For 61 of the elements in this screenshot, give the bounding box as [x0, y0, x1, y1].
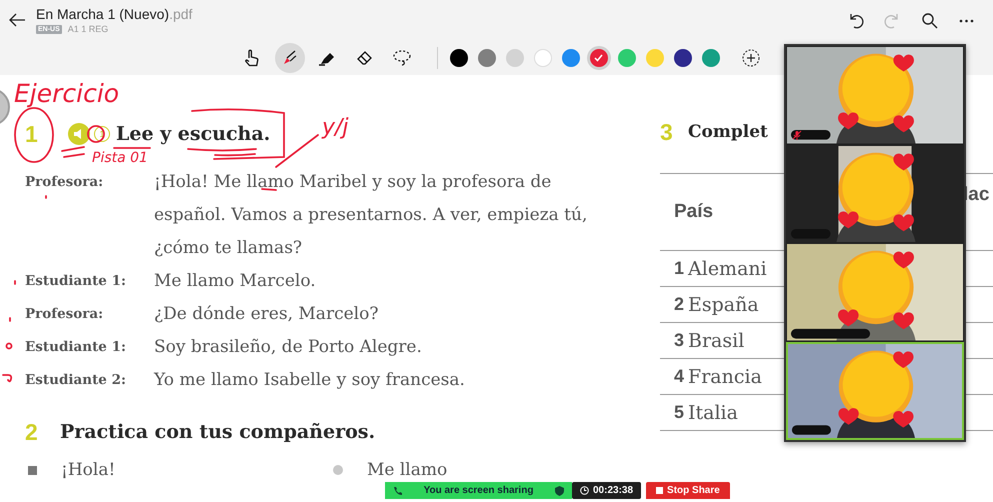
- stop-share-button[interactable]: Stop Share: [646, 482, 730, 499]
- speaker-label: Profesora:: [25, 305, 104, 324]
- table-cell: Alemani: [688, 258, 767, 280]
- exercise-number: 2: [25, 418, 39, 446]
- eraser-icon: [356, 50, 374, 66]
- speaker-label: Estudiante 1:: [25, 272, 127, 291]
- handwritten-note: Ejercicio: [14, 81, 120, 106]
- bullet-text: Me llamo: [367, 460, 448, 480]
- color-swatch[interactable]: [450, 48, 468, 66]
- color-swatch[interactable]: [702, 48, 720, 66]
- row-number: 4: [674, 366, 684, 387]
- dialogue-line: ¿De dónde eres, Marcelo?: [154, 303, 380, 326]
- table-cell: Brasil: [688, 330, 744, 352]
- lasso-icon: [392, 48, 412, 66]
- clock-icon: [580, 486, 589, 495]
- table-cell: España: [688, 294, 759, 316]
- table-cell: Italia: [688, 402, 738, 424]
- shield-icon: [555, 486, 564, 496]
- phone-icon: [393, 486, 402, 495]
- dialogue-line: Me llamo Marcelo.: [154, 270, 317, 293]
- bullet-text: ¡Hola!: [61, 460, 116, 480]
- circle-bullet: [333, 465, 343, 475]
- speaker-label: Profesora:: [25, 173, 104, 192]
- row-number: 1: [674, 258, 684, 279]
- row-number: 3: [674, 330, 684, 351]
- speaker-label: Estudiante 2:: [25, 371, 127, 390]
- handwritten-note: y/j: [322, 117, 349, 139]
- session-timer: 00:23:38: [572, 482, 642, 499]
- add-color-icon[interactable]: [742, 48, 760, 66]
- table-cell: Francia: [688, 366, 762, 388]
- pen-tool-button[interactable]: [274, 42, 304, 72]
- hand-icon: [244, 48, 260, 66]
- document-title: En Marcha 1 (Nuevo).pdf: [36, 6, 194, 22]
- color-swatch[interactable]: [590, 48, 608, 66]
- dialogue-line: Yo me llamo Isabelle y soy francesa.: [154, 369, 466, 392]
- color-swatch[interactable]: [618, 48, 636, 66]
- dialogue-line: ¡Hola! Me llamo Maribel y soy la profesora de español. Vamos a presentarnos. A ver, empieza tú, ¿cómo te llamas?: [154, 171, 588, 260]
- exercise-title: Complet: [688, 122, 768, 142]
- row-number: 2: [674, 294, 684, 315]
- color-swatch[interactable]: [674, 48, 692, 66]
- speaker-icon[interactable]: [68, 123, 90, 145]
- row-number: 5: [674, 402, 684, 423]
- back-arrow-icon[interactable]: [8, 12, 26, 28]
- exercise-number: 3: [660, 118, 674, 146]
- color-swatch[interactable]: [506, 48, 524, 66]
- color-swatch[interactable]: [534, 48, 552, 66]
- exercise-title: Practica con tus compañeros.: [60, 421, 376, 443]
- speaker-label: Estudiante 1:: [25, 338, 127, 357]
- exercise-number: 1: [25, 120, 39, 148]
- color-swatch[interactable]: [562, 48, 580, 66]
- pen-icon: [282, 50, 298, 66]
- square-bullet: [28, 466, 37, 474]
- document-subtitle: A1 1 REG: [68, 24, 108, 34]
- search-icon[interactable]: [921, 12, 938, 28]
- exercise-title: Lee y escucha.: [116, 123, 270, 145]
- sharing-status: You are screen sharing: [422, 485, 534, 496]
- dialogue-line: Soy brasileño, de Porto Alegre.: [154, 336, 423, 359]
- check-icon: [594, 54, 603, 62]
- color-swatch[interactable]: [646, 48, 664, 66]
- handwritten-note: Pista 01: [92, 151, 148, 165]
- color-swatch[interactable]: [478, 48, 496, 66]
